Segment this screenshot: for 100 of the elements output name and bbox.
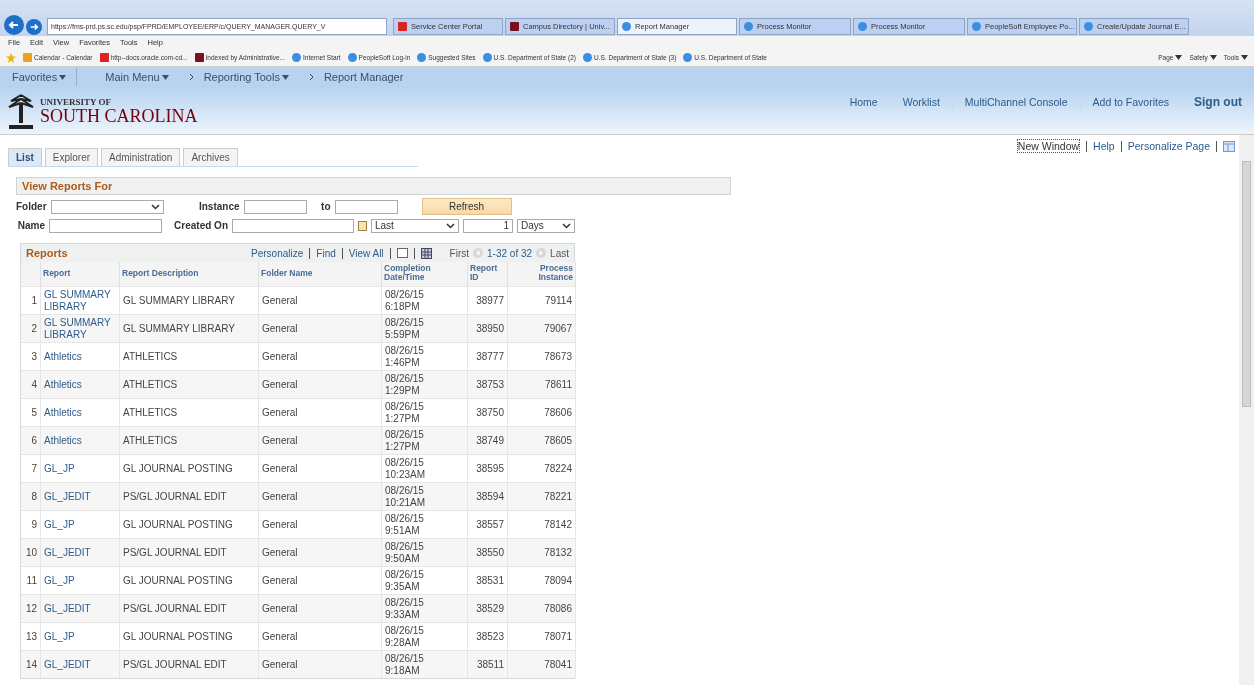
tab[interactable]: Explorer <box>44 148 99 166</box>
table-cell: 08/26/15 9:18AM <box>382 650 468 678</box>
grid-link[interactable]: View All <box>348 247 384 259</box>
row-number: 3 <box>21 342 41 370</box>
table-cell: ATHLETICS <box>120 426 259 454</box>
breadcrumb[interactable]: Reporting Tools <box>203 71 289 83</box>
report-link[interactable]: GL SUMMARY LIBRARY <box>44 289 116 312</box>
favicon-icon <box>482 53 492 62</box>
grid-link[interactable]: Find <box>316 247 336 259</box>
input-field[interactable] <box>243 199 307 214</box>
column-header[interactable]: Completion Date/Time <box>382 262 468 286</box>
folder-dropdown[interactable] <box>50 199 164 214</box>
range-dropdown[interactable]: Last <box>371 218 459 233</box>
report-link[interactable]: GL_JP <box>44 630 75 643</box>
field-label: Folder <box>16 201 47 212</box>
star-icon[interactable] <box>6 52 16 63</box>
favicon-icon <box>347 53 357 62</box>
page-link[interactable]: New Window <box>1016 139 1081 153</box>
favicon-icon <box>744 22 753 31</box>
back-button[interactable] <box>4 15 24 35</box>
caret-icon <box>161 74 169 80</box>
report-link[interactable]: GL SUMMARY LIBRARY <box>44 317 116 340</box>
tab[interactable]: Archives <box>183 148 238 166</box>
table-cell: 38950 <box>468 314 508 342</box>
last-link[interactable]: Last <box>550 247 569 259</box>
row-number: 9 <box>21 510 41 538</box>
column-header[interactable]: Folder Name <box>259 262 382 286</box>
report-link[interactable]: GL_JP <box>44 462 75 475</box>
favicon-icon <box>23 53 32 62</box>
table-cell: General <box>259 426 382 454</box>
table-cell: 78041 <box>508 650 576 678</box>
table-cell: PS/GL JOURNAL EDIT <box>120 594 259 622</box>
date-field[interactable] <box>232 218 354 233</box>
table-cell: ATHLETICS <box>120 342 259 370</box>
table-cell: 38557 <box>468 510 508 538</box>
table-cell: General <box>259 650 382 678</box>
caret-icon <box>446 222 455 229</box>
input-field[interactable] <box>49 218 162 233</box>
table-cell: General <box>259 622 382 650</box>
report-link[interactable]: GL_JP <box>44 518 75 531</box>
input-field[interactable] <box>334 199 398 214</box>
table-cell: 08/26/15 10:23AM <box>382 454 468 482</box>
report-link[interactable]: Athletics <box>44 434 82 447</box>
page-link[interactable]: Help <box>1093 140 1115 152</box>
report-link[interactable]: Athletics <box>44 378 82 391</box>
report-link[interactable]: GL_JP <box>44 574 75 587</box>
table-cell: 38531 <box>468 566 508 594</box>
report-link[interactable]: GL_JEDIT <box>44 602 91 615</box>
tab[interactable]: Administration <box>101 148 181 166</box>
first-link[interactable]: First <box>449 247 470 259</box>
scrollbar[interactable] <box>1239 135 1254 685</box>
table-cell: GL JOURNAL POSTING <box>120 454 259 482</box>
report-link[interactable]: GL_JEDIT <box>44 546 91 559</box>
table-cell: 38777 <box>468 342 508 370</box>
table-cell: 38550 <box>468 538 508 566</box>
header-link[interactable]: Worklist <box>890 96 953 108</box>
report-link[interactable]: Athletics <box>44 350 82 363</box>
arrow-icon <box>8 19 20 31</box>
table-cell: General <box>259 454 382 482</box>
breadcrumb[interactable]: Report Manager <box>323 71 404 83</box>
favicon-icon <box>683 53 693 62</box>
column-header[interactable]: Report Description <box>120 262 259 286</box>
spreadsheet-icon[interactable] <box>420 247 432 259</box>
favicon-icon <box>972 22 981 31</box>
table-cell: GL JOURNAL POSTING <box>120 510 259 538</box>
arrow-icon <box>29 22 39 32</box>
row-number: 12 <box>21 594 41 622</box>
main-menu[interactable]: Main Menu <box>105 71 169 83</box>
favicon-icon <box>510 22 519 31</box>
report-link[interactable]: Athletics <box>44 406 82 419</box>
column-header[interactable]: Report ID <box>468 262 508 286</box>
sign-out-link[interactable]: Sign out <box>1182 95 1242 109</box>
page-link[interactable]: Personalize Page <box>1127 140 1210 152</box>
unit-dropdown[interactable]: Days <box>517 218 575 233</box>
header-link[interactable]: Add to Favorites <box>1080 96 1182 108</box>
grid-link[interactable]: Personalize <box>251 247 304 259</box>
scroll-thumb[interactable] <box>1242 161 1251 407</box>
column-header[interactable]: Report <box>41 262 120 286</box>
report-link[interactable]: GL_JEDIT <box>44 490 91 503</box>
row-number: 4 <box>21 370 41 398</box>
tab[interactable]: List <box>8 148 42 166</box>
refresh-button[interactable]: Refresh <box>421 198 512 215</box>
table-cell: 08/26/15 6:18PM <box>382 286 468 314</box>
header-link[interactable]: Home <box>837 96 891 108</box>
column-header[interactable]: Process Instance <box>508 262 576 286</box>
layout-icon[interactable] <box>1223 140 1235 152</box>
calendar-icon[interactable] <box>358 220 367 231</box>
table-cell: General <box>259 286 382 314</box>
report-link[interactable]: GL_JEDIT <box>44 658 91 671</box>
table-cell: 38594 <box>468 482 508 510</box>
caret-icon <box>1209 55 1217 60</box>
row-number: 7 <box>21 454 41 482</box>
grid-title: Reports <box>26 247 68 259</box>
header-link[interactable]: MultiChannel Console <box>952 96 1081 108</box>
zoom-icon[interactable] <box>396 248 408 258</box>
count-field[interactable]: 1 <box>463 218 513 233</box>
favorites-menu[interactable]: Favorites <box>12 71 67 83</box>
forward-button[interactable] <box>26 19 42 35</box>
arrow-icon[interactable] <box>536 248 547 258</box>
row-number: 5 <box>21 398 41 426</box>
